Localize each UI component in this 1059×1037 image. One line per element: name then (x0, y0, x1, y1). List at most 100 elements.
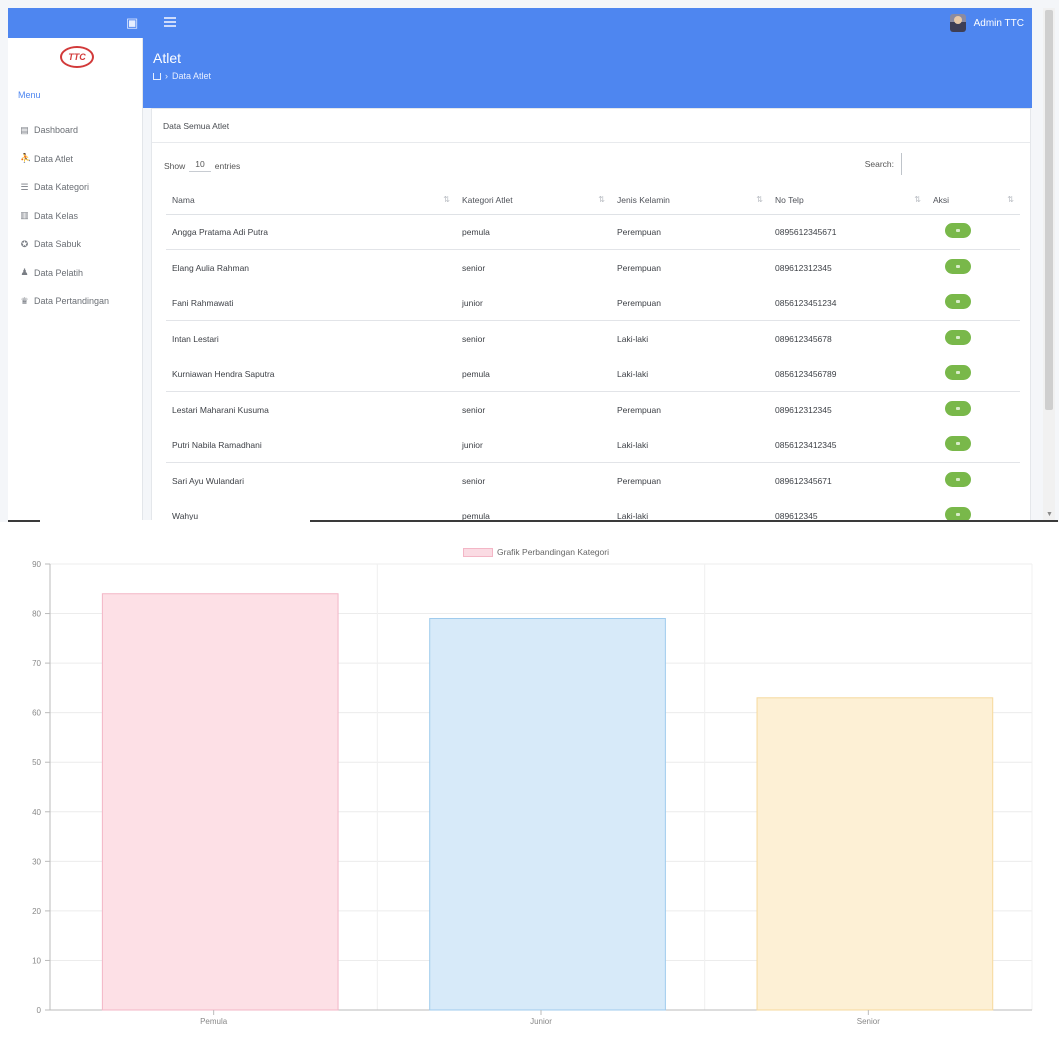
sidebar-item-2[interactable]: ☰ Data Kategori (20, 173, 109, 202)
column-header-3[interactable]: No Telp ⇅ (769, 187, 927, 215)
athlete-table: Nama ⇅ Kategori Atlet ⇅ Jenis Kelamin ⇅ No Tel… (166, 187, 1020, 522)
brand-logo[interactable]: TTC (60, 46, 94, 68)
y-tick-label: 50 (32, 758, 41, 767)
sort-icon[interactable]: ⇅ (598, 195, 605, 204)
sidebar-item-label: Data Kelas (34, 210, 79, 221)
cell-telp: 089612345678 (769, 320, 927, 356)
sort-icon[interactable]: ⇅ (756, 195, 763, 204)
cell-kategori: pemula (462, 368, 490, 379)
table-header-row: Nama ⇅ Kategori Atlet ⇅ Jenis Kelamin ⇅ No Tel… (166, 187, 1020, 215)
column-header-2[interactable]: Jenis Kelamin ⇅ (611, 187, 769, 215)
table-row[interactable]: Putri Nabila Ramadhani junior Laki-laki 085… (166, 427, 1020, 463)
user-icon: ♟ (20, 267, 29, 278)
user-name: Admin TTC (973, 17, 1024, 29)
sidebar-item-4[interactable]: ✪ Data Sabuk (20, 230, 109, 259)
detail-button[interactable] (945, 259, 971, 274)
sidebar-item-3[interactable]: ▥ Data Kelas (20, 202, 109, 231)
cell-nama: Lestari Maharani Kusuma (166, 391, 456, 427)
cell-aksi (927, 356, 1020, 392)
collapse-sidebar-icon[interactable]: ▣ (126, 16, 140, 30)
sort-icon[interactable]: ⇅ (443, 195, 450, 204)
hamburger-menu-icon[interactable] (164, 17, 176, 27)
legend-swatch (463, 547, 493, 557)
cell-aksi (927, 320, 1020, 356)
cell-kategori: senior (456, 391, 611, 427)
page-scrollbar[interactable]: ▼ (1043, 8, 1055, 522)
detail-button[interactable] (945, 436, 971, 451)
detail-button[interactable] (945, 365, 971, 380)
table-row[interactable]: Fani Rahmawati junior Perempuan 08561234512… (166, 285, 1020, 321)
cell-nama: Sari Ayu Wulandari (166, 462, 456, 498)
cell-jk: Laki-laki (617, 439, 649, 450)
home-icon[interactable] (153, 72, 161, 80)
cell-kategori: pemula (462, 226, 490, 237)
bar-junior (429, 618, 666, 1011)
x-tick-label: Senior (857, 1017, 880, 1026)
cell-telp: 0856123451234 (775, 297, 837, 308)
user-menu[interactable]: Admin TTC (949, 13, 1024, 33)
cell-nama: Fani Rahmawati (172, 297, 234, 308)
cell-jk: Perempuan (611, 249, 769, 285)
chart-icon: ▥ (20, 210, 29, 221)
column-header-4[interactable]: Aksi ⇅ (927, 187, 1020, 215)
table-row[interactable]: Elang Aulia Rahman senior Perempuan 0896123… (166, 249, 1020, 285)
cell-aksi (927, 427, 1020, 463)
table-body: Angga Pratama Adi Putra pemula Perempuan 08… (166, 214, 1020, 522)
column-header-label: Aksi (933, 195, 950, 206)
sidebar-item-label: Data Atlet (34, 153, 74, 164)
table-row[interactable]: Kurniawan Hendra Saputra pemula Laki-laki 0… (166, 356, 1020, 392)
cell-aksi (927, 462, 1020, 498)
detail-button[interactable] (945, 330, 971, 345)
chart-legend[interactable]: Grafik Perbandingan Kategori (463, 547, 609, 557)
y-tick-label: 20 (32, 907, 41, 916)
sidebar-item-5[interactable]: ♟ Data Pelatih (20, 259, 109, 288)
cell-telp: 089612312345 (769, 249, 927, 285)
bar-pemula (101, 593, 339, 1011)
detail-button[interactable] (945, 294, 971, 309)
content-header: Atlet › Data Atlet (143, 38, 1032, 108)
y-tick-label: 10 (32, 956, 41, 965)
table-search: Search: (865, 153, 902, 175)
detail-button[interactable] (945, 401, 971, 416)
sidebar-item-label: Dashboard (34, 125, 79, 136)
cell-aksi (927, 498, 1020, 522)
table-row[interactable]: Angga Pratama Adi Putra pemula Perempuan 08… (166, 214, 1020, 250)
sidebar-heading: Menu (18, 90, 41, 100)
app-window: ▣ Admin TTC TTC Menu ▤ Dashboard ⛹ Data Atl… (0, 0, 1059, 522)
table-row[interactable]: Sari Ayu Wulandari senior Perempuan 0896123… (166, 462, 1020, 498)
entries-prefix: Show (164, 160, 186, 171)
top-navbar: ▣ Admin TTC (8, 8, 1032, 38)
sidebar-item-0[interactable]: ▤ Dashboard (20, 116, 109, 145)
detail-button[interactable] (945, 223, 971, 239)
scroll-down-icon[interactable]: ▼ (1046, 511, 1053, 518)
cell-nama: Elang Aulia Rahman (166, 249, 456, 285)
trophy-icon: ♛ (20, 295, 29, 306)
table-row[interactable]: Intan Lestari senior Laki-laki 089612345678 (166, 320, 1020, 356)
dashboard-icon: ▤ (20, 124, 29, 135)
column-header-0[interactable]: Nama ⇅ (166, 187, 456, 215)
cell-jk: Laki-laki (611, 320, 769, 356)
cell-nama: Putri Nabila Ramadhani (172, 439, 262, 450)
table-row[interactable]: Lestari Maharani Kusuma senior Perempuan 08… (166, 391, 1020, 427)
scrollbar-thumb[interactable] (1045, 10, 1053, 410)
x-tick-label: Junior (530, 1017, 552, 1026)
sidebar-item-6[interactable]: ♛ Data Pertandingan (20, 287, 109, 316)
entries-select[interactable]: 10 (189, 159, 211, 172)
column-header-1[interactable]: Kategori Atlet ⇅ (456, 187, 611, 215)
sort-icon[interactable]: ⇅ (914, 195, 921, 204)
cell-kategori: pemula (462, 510, 490, 521)
cell-telp: 089612345 (775, 510, 818, 521)
search-input[interactable] (898, 153, 902, 175)
breadcrumb: › Data Atlet (153, 71, 211, 81)
sidebar-item-1[interactable]: ⛹ Data Atlet (20, 145, 109, 174)
detail-button[interactable] (945, 472, 971, 487)
y-tick-label: 90 (32, 560, 41, 569)
avatar (949, 14, 966, 32)
cell-telp: 089612345671 (769, 462, 927, 498)
table-row[interactable]: Wahyu pemula Laki-laki 089612345 (166, 498, 1020, 522)
column-header-label: Jenis Kelamin (617, 195, 670, 206)
cell-telp: 0856123412345 (775, 439, 837, 450)
sidebar-item-label: Data Pertandingan (34, 296, 110, 307)
sort-icon[interactable]: ⇅ (1007, 195, 1014, 204)
cell-nama: Intan Lestari (166, 320, 456, 356)
